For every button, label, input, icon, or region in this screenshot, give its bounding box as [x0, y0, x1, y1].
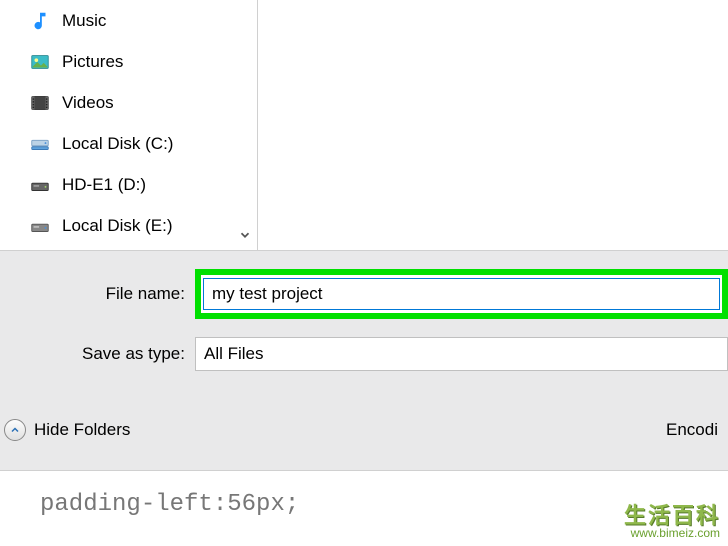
sidebar-item-label: Local Disk (C:) [62, 134, 173, 154]
sidebar-item-label: Pictures [62, 52, 123, 72]
savetype-value: All Files [204, 344, 264, 364]
filename-label: File name: [0, 284, 195, 304]
filename-input[interactable] [203, 278, 720, 310]
sidebar-item-videos[interactable]: Videos [0, 82, 257, 123]
chevron-up-icon [4, 419, 26, 441]
file-list-panel [258, 0, 728, 250]
pictures-icon [28, 50, 52, 74]
hide-folders-button[interactable]: Hide Folders [4, 419, 130, 441]
sidebar-item-pictures[interactable]: Pictures [0, 41, 257, 82]
savetype-select[interactable]: All Files [195, 337, 728, 371]
sidebar-item-label: Music [62, 11, 106, 31]
sidebar-item-label: Local Disk (E:) [62, 216, 173, 236]
music-icon [28, 9, 52, 33]
savetype-label: Save as type: [0, 344, 195, 364]
sidebar-item-music[interactable]: Music [0, 0, 257, 41]
filename-highlight [195, 269, 728, 319]
save-fields-panel: File name: Save as type: All Files Hide … [0, 250, 728, 470]
videos-icon [28, 91, 52, 115]
background-code-panel: padding-left:56px; [0, 470, 728, 546]
hide-folders-label: Hide Folders [34, 420, 130, 440]
sidebar-item-disk-e[interactable]: Local Disk (E:) [0, 205, 257, 246]
encoding-label: Encodi [666, 420, 718, 440]
sidebar-item-label: HD-E1 (D:) [62, 175, 146, 195]
code-line: padding-left:56px; [0, 491, 728, 518]
disk-icon [28, 173, 52, 197]
scroll-down-button[interactable] [235, 225, 255, 245]
sidebar-item-disk-c[interactable]: Local Disk (C:) [0, 123, 257, 164]
sidebar-item-disk-d[interactable]: HD-E1 (D:) [0, 164, 257, 205]
disk-icon [28, 132, 52, 156]
sidebar-item-label: Videos [62, 93, 114, 113]
disk-icon [28, 214, 52, 238]
